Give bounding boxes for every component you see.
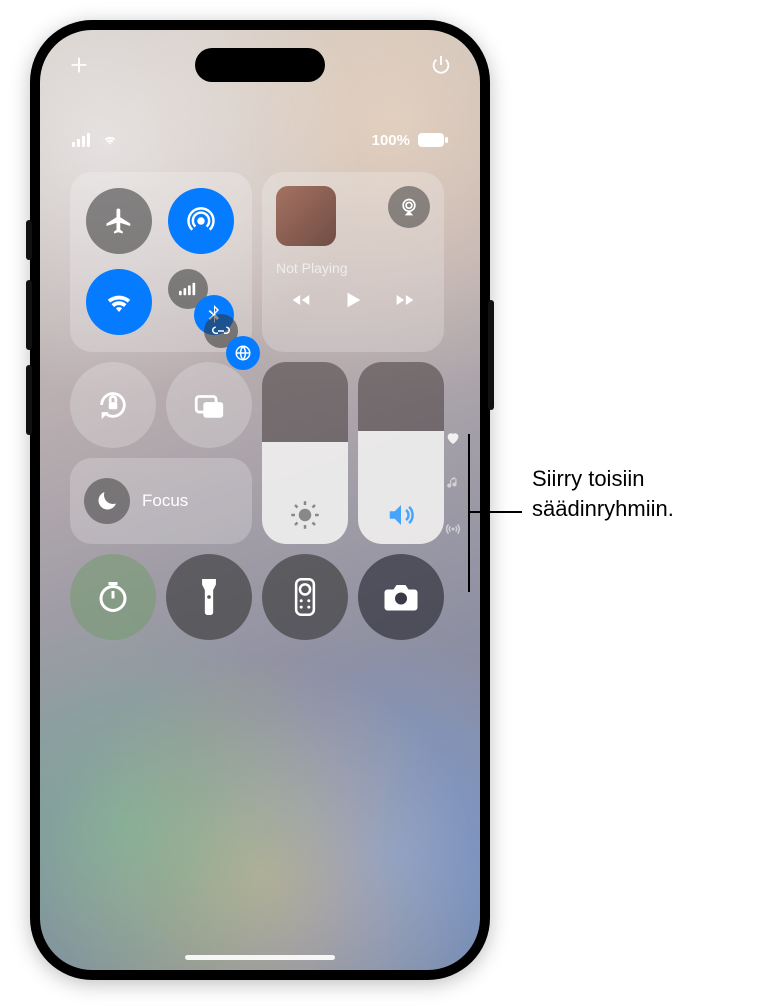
camera-icon (383, 582, 419, 612)
album-art (276, 186, 336, 246)
brightness-icon (290, 500, 320, 530)
fast-forward-icon[interactable] (392, 290, 418, 310)
airplay-button[interactable] (388, 186, 430, 228)
screen-mirroring-button[interactable] (166, 362, 252, 448)
screen-mirroring-icon (192, 388, 226, 422)
status-bar: 100% (40, 126, 480, 154)
volume-down-button (26, 365, 32, 435)
brightness-slider[interactable] (262, 362, 348, 544)
link-icon (212, 325, 230, 337)
flashlight-button[interactable] (166, 554, 252, 640)
focus-label: Focus (142, 491, 188, 511)
globe-icon (234, 344, 252, 362)
music-note-icon[interactable] (446, 474, 460, 492)
iphone-device-frame: 100% (30, 20, 490, 980)
heart-icon[interactable] (445, 430, 461, 446)
cellular-bars-icon (72, 133, 92, 147)
satellite-toggle[interactable] (226, 336, 260, 370)
focus-button[interactable]: Focus (70, 458, 252, 544)
play-icon[interactable] (342, 288, 364, 312)
timer-button[interactable] (70, 554, 156, 640)
volume-fill (358, 431, 444, 544)
moon-icon (95, 489, 119, 513)
airplay-icon (399, 197, 419, 217)
camera-button[interactable] (358, 554, 444, 640)
rewind-icon[interactable] (288, 290, 314, 310)
battery-icon (418, 133, 448, 147)
volume-icon (385, 500, 417, 530)
side-button (26, 220, 32, 260)
page-indicator[interactable] (444, 430, 462, 538)
power-icon[interactable] (430, 54, 452, 76)
wifi-toggle[interactable] (86, 269, 152, 335)
wifi-icon (104, 287, 134, 317)
wifi-icon (100, 133, 120, 147)
media-panel[interactable]: Not Playing (262, 172, 444, 352)
flashlight-icon (199, 579, 219, 615)
plus-icon[interactable] (68, 54, 90, 76)
power-side-button (488, 300, 494, 410)
airdrop-toggle[interactable] (168, 188, 234, 254)
volume-up-button (26, 280, 32, 350)
remote-icon (294, 578, 316, 616)
screen: 100% (40, 30, 480, 970)
timer-icon (95, 579, 131, 615)
callout-text: Siirry toisiin säädinryhmiin. (532, 464, 762, 523)
brightness-fill (262, 442, 348, 544)
broadcast-icon[interactable] (444, 520, 462, 538)
satellite-hotspot-cluster[interactable] (204, 314, 260, 370)
orientation-lock-toggle[interactable] (70, 362, 156, 448)
airdrop-icon (186, 206, 216, 236)
battery-percent: 100% (372, 132, 410, 149)
airplane-icon (104, 206, 134, 236)
control-center-grid: Not Playing Focus (70, 172, 450, 640)
orientation-lock-icon (96, 388, 130, 422)
callout-leader-line (468, 434, 528, 614)
media-title: Not Playing (276, 260, 430, 276)
home-indicator[interactable] (185, 955, 335, 960)
airplane-mode-toggle[interactable] (86, 188, 152, 254)
apple-tv-remote-button[interactable] (262, 554, 348, 640)
volume-slider[interactable] (358, 362, 444, 544)
do-not-disturb-icon-wrap (84, 478, 130, 524)
control-center-topbar (40, 48, 480, 82)
